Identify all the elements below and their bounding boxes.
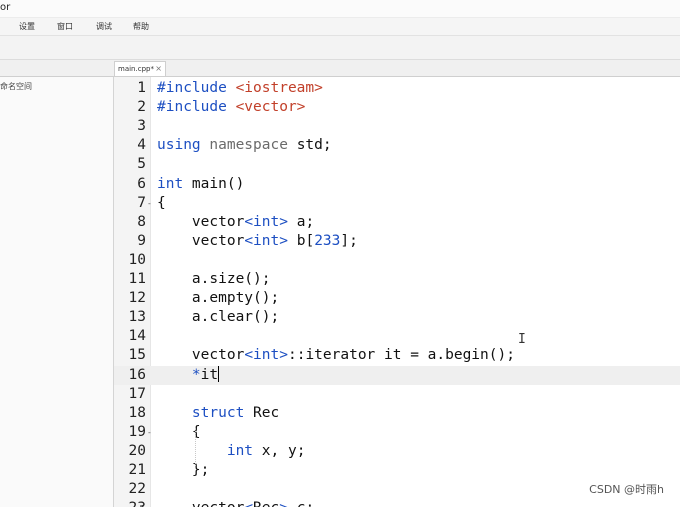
code-line[interactable]: 8 vector<int> a; xyxy=(114,213,680,232)
line-number: 23 xyxy=(114,499,146,507)
menu-bar: 设置 窗口 调试 帮助 xyxy=(0,18,680,36)
code-line[interactable]: 1 #include <iostream> xyxy=(114,79,680,98)
code-line[interactable]: 16 *it xyxy=(114,365,680,385)
fold-toggle-icon[interactable]: - xyxy=(147,194,152,213)
line-number: 8 xyxy=(137,213,146,230)
line-number: 7 xyxy=(137,194,146,211)
tab-main-cpp[interactable]: main.cpp* × xyxy=(114,61,166,76)
code-line[interactable]: 7-{ xyxy=(114,194,680,213)
code-text: vector<int> a; xyxy=(157,213,315,230)
code-line[interactable]: 10 xyxy=(114,251,680,270)
code-text: using namespace std; xyxy=(157,137,332,154)
code-line[interactable]: 23 vector<Rec> c; xyxy=(114,499,680,507)
code-text: a.empty(); xyxy=(157,290,280,307)
close-icon[interactable]: × xyxy=(155,64,162,73)
code-line[interactable]: 4 using namespace std; xyxy=(114,136,680,155)
window-title: or xyxy=(0,2,11,13)
code-line[interactable]: 2 #include <vector> xyxy=(114,98,680,117)
line-number: 6 xyxy=(137,175,146,192)
left-panel: 命名空间 xyxy=(0,77,114,507)
panel-label: 命名空间 xyxy=(0,82,32,91)
text-cursor-icon: I xyxy=(518,332,526,347)
code-line[interactable]: 19- { xyxy=(114,423,680,442)
line-number: 15 xyxy=(128,347,146,364)
code-line[interactable]: 13 a.clear(); xyxy=(114,308,680,327)
code-text: int x, y; xyxy=(226,442,306,459)
line-number: 9 xyxy=(137,232,146,249)
line-number: 22 xyxy=(128,481,146,498)
tab-label: main.cpp* xyxy=(118,65,154,73)
menu-item-window[interactable]: 窗口 xyxy=(57,21,73,32)
editor-tab-strip: main.cpp* × xyxy=(0,60,680,77)
code-text: vector<int> b[233]; xyxy=(157,232,358,249)
code-text: *it xyxy=(191,365,220,383)
code-editor[interactable]: 1 #include <iostream> 2 #include <vector> 3 4… xyxy=(114,77,680,507)
code-line[interactable]: 20 int x, y; xyxy=(114,442,680,461)
line-number: 3 xyxy=(137,118,146,135)
line-number: 12 xyxy=(128,290,146,307)
text-caret xyxy=(218,365,220,382)
toolbar xyxy=(0,36,680,60)
title-bar: or xyxy=(0,0,680,18)
code-text: vector<Rec> c; xyxy=(157,499,314,507)
line-number: 16 xyxy=(128,366,146,383)
line-number: 19 xyxy=(128,423,146,440)
code-line[interactable]: 15 vector<int>::iterator it = a.begin(); xyxy=(114,346,680,365)
line-number: 4 xyxy=(137,137,146,154)
code-line[interactable]: 11 a.size(); xyxy=(114,270,680,289)
code-line[interactable]: 3 xyxy=(114,117,680,136)
code-text: #include <iostream> xyxy=(157,80,323,96)
code-line[interactable]: 14 xyxy=(114,327,680,346)
line-number: 1 xyxy=(137,80,146,96)
code-line[interactable]: 21 }; xyxy=(114,461,680,480)
line-number: 17 xyxy=(128,385,146,402)
code-text: int main() xyxy=(157,175,245,192)
menu-item-settings[interactable]: 设置 xyxy=(19,21,35,32)
line-number: 13 xyxy=(128,309,146,326)
line-number: 11 xyxy=(128,271,146,287)
code-line[interactable]: 12 a.empty(); xyxy=(114,289,680,308)
code-line[interactable]: 6 int main() xyxy=(114,175,680,194)
line-number: 5 xyxy=(137,156,146,173)
indent-guide xyxy=(195,428,196,466)
code-text: a.size(); xyxy=(157,271,271,287)
code-text: { xyxy=(157,194,166,211)
code-line[interactable]: 9 vector<int> b[233]; xyxy=(114,232,680,251)
fold-toggle-icon[interactable]: - xyxy=(147,423,152,442)
code-line[interactable]: 17 xyxy=(114,385,680,404)
line-number: 10 xyxy=(128,251,146,268)
line-number: 20 xyxy=(128,442,146,459)
line-number: 18 xyxy=(128,404,146,421)
code-line[interactable]: 5 xyxy=(114,155,680,174)
code-text: a.clear(); xyxy=(157,309,280,326)
code-line[interactable]: 18 struct Rec xyxy=(114,404,680,423)
menu-item-debug[interactable]: 调试 xyxy=(96,21,112,32)
line-number: 21 xyxy=(128,462,146,478)
code-text: }; xyxy=(157,462,210,478)
line-number: 2 xyxy=(137,99,146,116)
watermark: CSDN @时雨h xyxy=(589,483,664,496)
code-text: struct Rec xyxy=(191,404,280,421)
menu-item-help[interactable]: 帮助 xyxy=(133,21,149,32)
code-text: vector<int>::iterator it = a.begin(); xyxy=(157,347,515,364)
line-number: 14 xyxy=(128,328,146,345)
code-text: #include <vector> xyxy=(157,99,306,116)
